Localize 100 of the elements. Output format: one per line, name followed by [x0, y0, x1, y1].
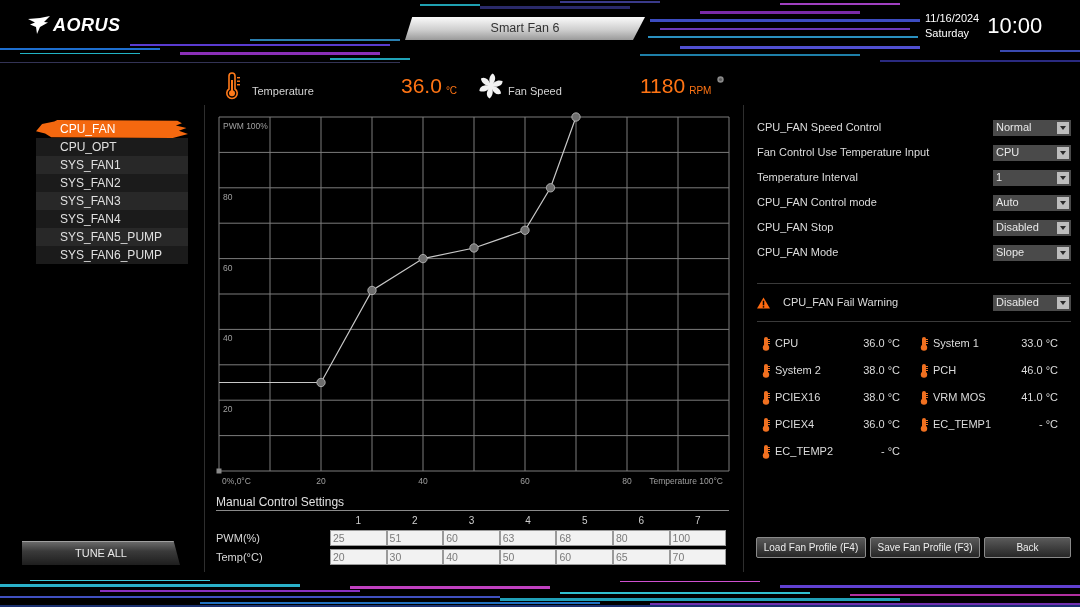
footer-button[interactable]: Save Fan Profile (F3)	[870, 537, 980, 558]
value-field[interactable]: 40	[443, 549, 500, 565]
section-title: Manual Control Settings	[216, 495, 729, 511]
logo-wordmark: AORUS	[53, 14, 121, 36]
curve-point-handle[interactable]	[520, 225, 530, 235]
sensor-reading: 33.0 °C	[1021, 336, 1058, 352]
footer-button[interactable]: Load Fan Profile (F4)	[756, 537, 866, 558]
column-header: 7	[694, 513, 702, 528]
setting-dropdown[interactable]: Normal	[993, 119, 1071, 136]
setting-label: CPU_FAN Speed Control	[757, 120, 882, 136]
value-field[interactable]: 20	[330, 549, 387, 565]
eagle-logo-icon	[28, 16, 50, 34]
setting-dropdown[interactable]: Auto	[993, 194, 1071, 211]
value-field[interactable]: 65	[612, 549, 670, 565]
value-field[interactable]: 80	[612, 530, 670, 546]
setting-dropdown[interactable]: CPU	[993, 144, 1071, 161]
page-title-banner: Smart Fan 6	[405, 17, 645, 40]
sensor-reading: 36.0 °C	[863, 336, 900, 352]
sensor-name: PCIEX4	[775, 417, 815, 433]
fan-list-item[interactable]: SYS_FAN4	[36, 210, 188, 228]
value-field[interactable]: 68	[556, 530, 613, 546]
setting-dropdown[interactable]: Disabled	[993, 294, 1071, 311]
thermometer-icon	[762, 390, 770, 405]
setting-dropdown[interactable]: 1	[993, 169, 1071, 186]
unit-label: RPM	[689, 83, 712, 98]
thermometer-icon	[920, 363, 928, 378]
fan-list-item[interactable]: SYS_FAN3	[36, 192, 188, 210]
y-tick-label: 80	[223, 191, 233, 202]
value-field[interactable]: 51	[386, 530, 444, 546]
fan-list-item[interactable]: SYS_FAN5_PUMP	[36, 228, 188, 246]
thermometer-icon	[762, 363, 770, 378]
y-tick-label: PWM 100%	[223, 121, 268, 131]
column-header: 5	[580, 513, 589, 528]
fan-speed-reading: 1180	[640, 74, 686, 98]
temperature-reading: 36.0	[401, 74, 442, 98]
readout-label: Fan Speed	[508, 83, 563, 99]
value-field[interactable]: 25	[330, 530, 387, 546]
date-text: 11/16/2024	[925, 11, 980, 26]
fan-list-item[interactable]: SYS_FAN1	[36, 156, 188, 174]
column-header: 2	[411, 513, 419, 528]
value-field[interactable]: 60	[443, 530, 500, 546]
footer-button[interactable]: Back	[984, 537, 1071, 558]
x-tick-label: 60	[520, 476, 530, 486]
x-tick-label: 80	[622, 476, 632, 486]
value-field[interactable]: 70	[669, 549, 727, 565]
fan-list-item[interactable]: CPU_OPT	[36, 138, 188, 156]
setting-label: Temperature Interval	[757, 170, 858, 186]
unit-label: °C	[445, 83, 458, 98]
weekday-text: Saturday	[925, 26, 971, 41]
clock-time: 10:00	[987, 13, 1043, 39]
y-tick-label: 60	[223, 262, 233, 273]
curve-point-handle[interactable]	[545, 183, 556, 193]
value-field[interactable]: 100	[669, 530, 727, 546]
value-field[interactable]: 30	[386, 549, 444, 565]
thermometer-icon	[762, 417, 770, 432]
sensor-reading: - °C	[1038, 417, 1058, 433]
sensor-name: PCH	[933, 363, 957, 379]
y-tick-label: 20	[223, 404, 233, 415]
value-field[interactable]: 60	[556, 549, 613, 565]
setting-label: CPU_FAN Fail Warning	[783, 295, 899, 311]
setting-label: CPU_FAN Mode	[757, 245, 839, 261]
curve-point-handle[interactable]	[571, 112, 581, 122]
sensor-reading: 41.0 °C	[1021, 390, 1058, 406]
fan-icon	[477, 72, 505, 100]
setting-dropdown[interactable]: Disabled	[993, 219, 1071, 236]
sensor-name: System 2	[775, 363, 821, 379]
thermometer-icon	[920, 390, 928, 405]
setting-dropdown[interactable]: Slope	[993, 244, 1071, 261]
sensor-name: PCIEX16	[775, 390, 821, 406]
row-label: Temp(°C)	[216, 549, 264, 565]
column-header: 4	[524, 513, 532, 528]
column-header: 1	[354, 513, 363, 528]
thermometer-icon	[762, 444, 770, 459]
thermometer-icon	[920, 417, 928, 432]
sensor-reading: 38.0 °C	[863, 390, 900, 406]
tune-all-button[interactable]: TUNE ALL	[22, 541, 180, 565]
value-field[interactable]: 63	[499, 530, 557, 546]
thermometer-icon	[920, 336, 928, 351]
curve-point-handle[interactable]	[418, 254, 428, 264]
row-label: PWM(%)	[216, 530, 261, 546]
fan-list-item[interactable]: SYS_FAN6_PUMP	[36, 246, 188, 264]
readout-label: Temperature	[252, 83, 315, 99]
fan-list-item[interactable]: SYS_FAN2	[36, 174, 188, 192]
sensor-name: EC_TEMP1	[933, 417, 992, 433]
setting-label: Fan Control Use Temperature Input	[757, 145, 930, 161]
sensor-name: VRM MOS	[933, 390, 986, 406]
column-header: 6	[637, 513, 646, 528]
x-tick-label: 0%,0°C	[222, 476, 251, 486]
sensor-reading: 46.0 °C	[1021, 363, 1058, 379]
curve-point-handle[interactable]	[469, 243, 479, 253]
curve-point-handle[interactable]	[316, 377, 326, 388]
value-field[interactable]: 50	[499, 549, 557, 565]
curve-point-handle[interactable]	[367, 285, 377, 296]
sensor-reading: 38.0 °C	[863, 363, 900, 379]
thermometer-icon	[225, 72, 241, 100]
sensor-name: System 1	[933, 336, 979, 352]
setting-label: CPU_FAN Control mode	[757, 195, 877, 211]
sensor-name: CPU	[775, 336, 799, 352]
sensor-reading: - °C	[880, 444, 900, 460]
y-tick-label: 40	[223, 333, 233, 344]
